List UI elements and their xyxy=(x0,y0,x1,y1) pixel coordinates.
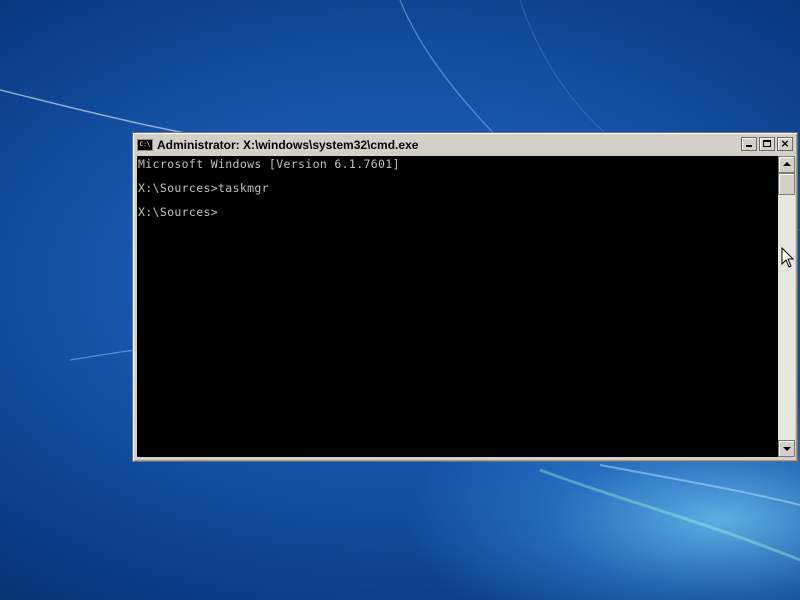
cmd-icon[interactable]: C:\ xyxy=(137,139,153,151)
vertical-scrollbar[interactable] xyxy=(778,156,795,457)
close-button[interactable]: × xyxy=(777,137,793,151)
arrow-up-icon xyxy=(783,162,791,166)
maximize-button[interactable] xyxy=(759,137,775,151)
minimize-icon xyxy=(746,145,752,147)
arrow-down-icon xyxy=(783,447,791,451)
scroll-down-button[interactable] xyxy=(778,440,795,457)
mouse-pointer-icon xyxy=(781,247,795,268)
console-output[interactable]: Microsoft Windows [Version 6.1.7601] X:\… xyxy=(137,156,778,457)
window-controls: × xyxy=(741,137,793,151)
console-line: Microsoft Windows [Version 6.1.7601] xyxy=(138,157,400,171)
console-line: X:\Sources>taskmgr xyxy=(138,181,269,195)
cmd-window[interactable]: C:\ Administrator: X:\windows\system32\c… xyxy=(132,132,798,462)
maximize-icon xyxy=(763,140,771,147)
console-prompt-line: X:\Sources> xyxy=(138,205,219,219)
window-title: Administrator: X:\windows\system32\cmd.e… xyxy=(157,138,419,152)
scroll-thumb[interactable] xyxy=(778,173,795,195)
title-bar[interactable]: C:\ Administrator: X:\windows\system32\c… xyxy=(136,136,794,154)
close-icon: × xyxy=(780,137,790,150)
scroll-up-button[interactable] xyxy=(778,156,795,173)
cmd-icon-label: C:\ xyxy=(139,141,151,148)
minimize-button[interactable] xyxy=(741,137,757,151)
